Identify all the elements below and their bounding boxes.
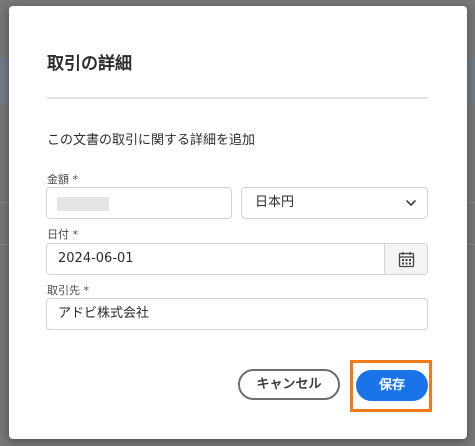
date-label: 日付 * [47, 228, 78, 241]
cancel-button[interactable]: キャンセル [238, 369, 340, 400]
transaction-details-dialog: 取引の詳細 この文書の取引に関する詳細を追加 金額 * 日本円 日付 * 202… [9, 6, 467, 439]
redacted-amount-value [57, 197, 109, 211]
currency-value: 日本円 [255, 195, 295, 210]
dialog-title: 取引の詳細 [47, 54, 132, 74]
chevron-down-icon [406, 200, 416, 206]
amount-input[interactable] [46, 187, 232, 219]
party-label: 取引先 * [47, 284, 89, 297]
dialog-description: この文書の取引に関する詳細を追加 [47, 133, 256, 148]
party-value: アドビ株式会社 [58, 306, 150, 321]
amount-label: 金額 * [47, 173, 78, 186]
date-field[interactable]: 2024-06-01 [46, 243, 428, 275]
title-divider [47, 97, 428, 99]
save-button[interactable]: 保存 [356, 370, 428, 401]
calendar-icon [398, 251, 414, 267]
date-value: 2024-06-01 [58, 251, 134, 266]
date-picker-button[interactable] [384, 244, 427, 274]
currency-select[interactable]: 日本円 [241, 187, 428, 219]
party-input[interactable]: アドビ株式会社 [46, 298, 428, 330]
